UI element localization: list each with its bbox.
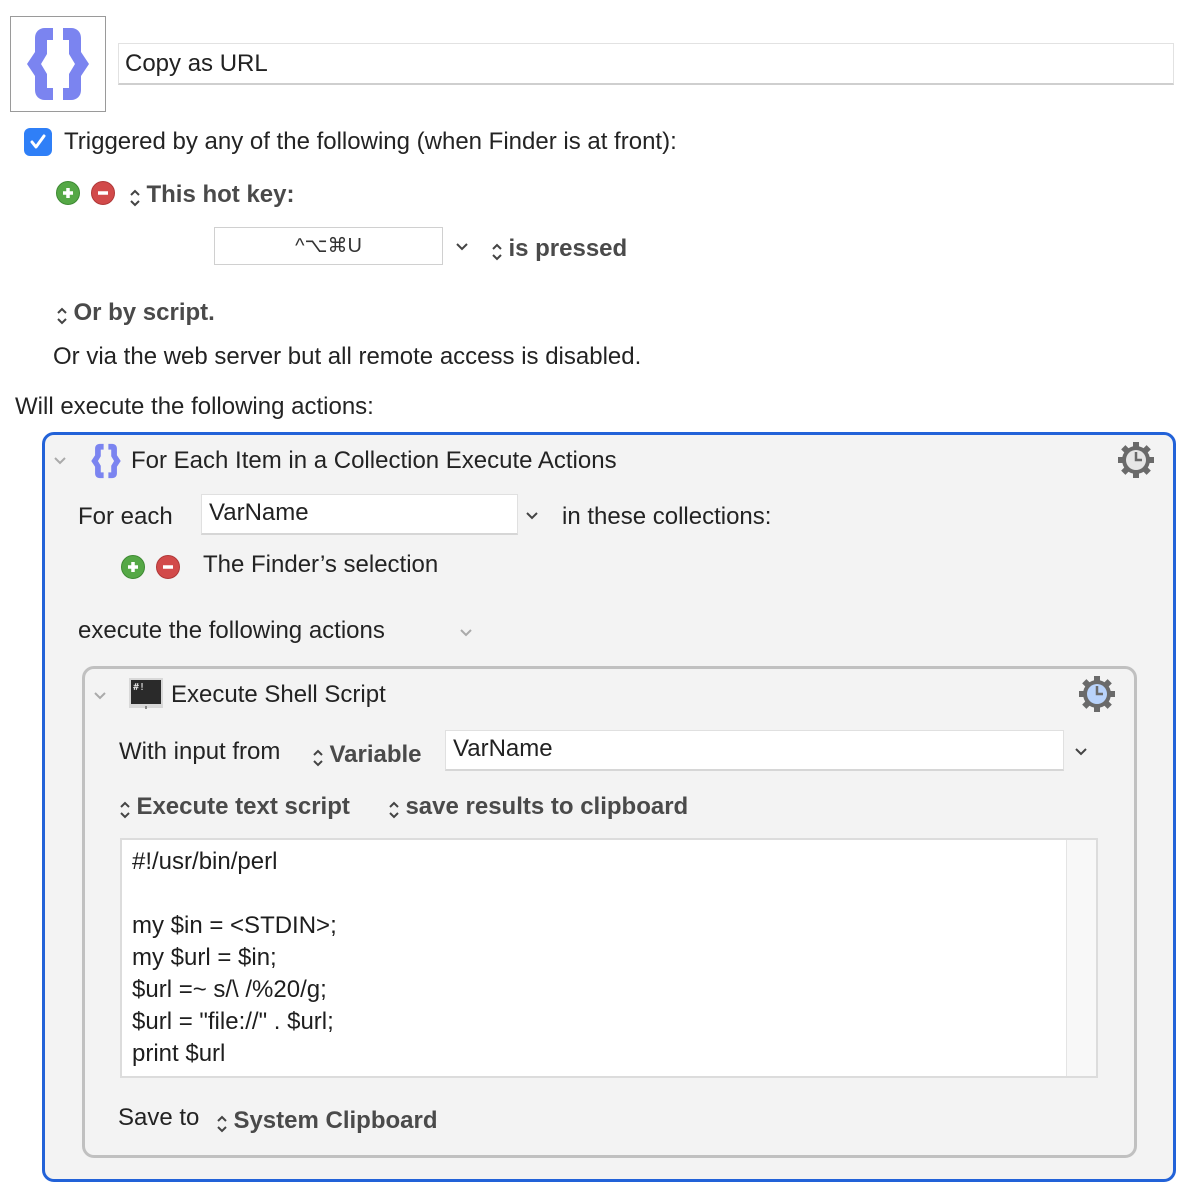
remove-trigger-button[interactable] <box>91 181 115 205</box>
collapse-chevron-icon[interactable] <box>52 455 68 467</box>
script-line: $url = "file://" . $url; <box>132 1008 334 1035</box>
save-to-value: System Clipboard <box>233 1107 438 1134</box>
input-variable-input[interactable]: VarName <box>445 730 1064 771</box>
input-source-popup[interactable]: Variable <box>311 740 422 770</box>
script-line: #!/usr/bin/perl <box>132 848 278 875</box>
curly-braces-icon <box>91 443 121 479</box>
shell-action-title: Execute Shell Script <box>171 681 386 708</box>
updown-chevron-icon <box>217 1115 227 1133</box>
checkmark-icon <box>30 134 46 149</box>
hotkey-dropdown-chevron-icon[interactable] <box>454 241 470 253</box>
updown-chevron-icon <box>313 749 323 767</box>
script-line: my $in = <STDIN>; <box>132 912 337 939</box>
input-variable-chevron-icon[interactable] <box>1073 746 1089 758</box>
save-to-popup[interactable]: System Clipboard <box>215 1106 438 1136</box>
script-scrollbar[interactable] <box>1066 840 1096 1076</box>
updown-chevron-icon <box>389 801 399 819</box>
plus-icon <box>128 562 138 572</box>
macro-name-input[interactable] <box>118 43 1174 85</box>
script-line <box>132 878 337 910</box>
add-trigger-button[interactable] <box>56 181 80 205</box>
execute-actions-chevron-icon[interactable] <box>458 627 474 639</box>
hotkey-field[interactable]: ^⌥⌘U <box>214 227 443 265</box>
script-line: print $url <box>132 1040 226 1067</box>
updown-chevron-icon <box>57 307 67 325</box>
for-each-label: For each <box>78 503 173 530</box>
for-each-action-title: For Each Item in a Collection Execute Ac… <box>131 447 617 474</box>
collection-item[interactable]: The Finder’s selection <box>203 550 438 580</box>
script-mode-popup[interactable]: Execute text script <box>118 792 350 822</box>
script-trigger-label: Or by script. <box>73 299 215 326</box>
script-text-area[interactable]: #!/usr/bin/perl my $in = <STDIN>; my $url… <box>120 838 1098 1078</box>
gear-clock-icon[interactable] <box>1116 440 1156 480</box>
trigger-type-label: This hot key: <box>146 181 295 208</box>
hotkey-condition-label: is pressed <box>508 235 628 262</box>
minus-icon <box>163 565 173 569</box>
collapse-chevron-icon[interactable] <box>92 690 108 702</box>
trigger-type-popup[interactable]: This hot key: <box>128 180 294 210</box>
script-content: #!/usr/bin/perl my $in = <STDIN>; my $url… <box>132 846 337 1070</box>
updown-chevron-icon <box>130 189 140 207</box>
variable-dropdown-chevron-icon[interactable] <box>524 510 540 522</box>
macro-icon-well[interactable] <box>10 16 106 112</box>
result-mode-label: save results to clipboard <box>405 793 689 820</box>
script-line: $url =~ s/\ /%20/g; <box>132 976 327 1003</box>
updown-chevron-icon <box>120 801 130 819</box>
plus-icon <box>63 188 73 198</box>
trigger-label: Triggered by any of the following (when … <box>64 128 677 155</box>
for-each-variable-input[interactable]: VarName <box>201 494 518 535</box>
curly-braces-icon <box>27 28 89 100</box>
trigger-enabled-checkbox[interactable] <box>24 128 52 156</box>
in-collections-label: in these collections: <box>562 503 772 530</box>
save-to-label: Save to <box>118 1104 200 1131</box>
gear-clock-icon[interactable] <box>1077 674 1117 714</box>
terminal-icon: #! <box>129 678 163 709</box>
web-server-note: Or via the web server but all remote acc… <box>53 343 642 370</box>
result-mode-popup[interactable]: save results to clipboard <box>387 792 688 822</box>
execute-actions-label: execute the following actions <box>78 617 385 644</box>
hotkey-condition-popup[interactable]: is pressed <box>490 234 627 264</box>
add-collection-button[interactable] <box>121 555 145 579</box>
script-line: my $url = $in; <box>132 944 277 971</box>
minus-icon <box>98 191 108 195</box>
script-mode-label: Execute text script <box>136 793 350 820</box>
input-from-label: With input from <box>119 738 281 765</box>
updown-chevron-icon <box>492 243 502 261</box>
script-trigger-popup[interactable]: Or by script. <box>55 298 215 328</box>
svg-text:#!: #! <box>133 682 145 693</box>
remove-collection-button[interactable] <box>156 555 180 579</box>
input-source-label: Variable <box>329 741 422 768</box>
actions-heading: Will execute the following actions: <box>15 393 374 420</box>
